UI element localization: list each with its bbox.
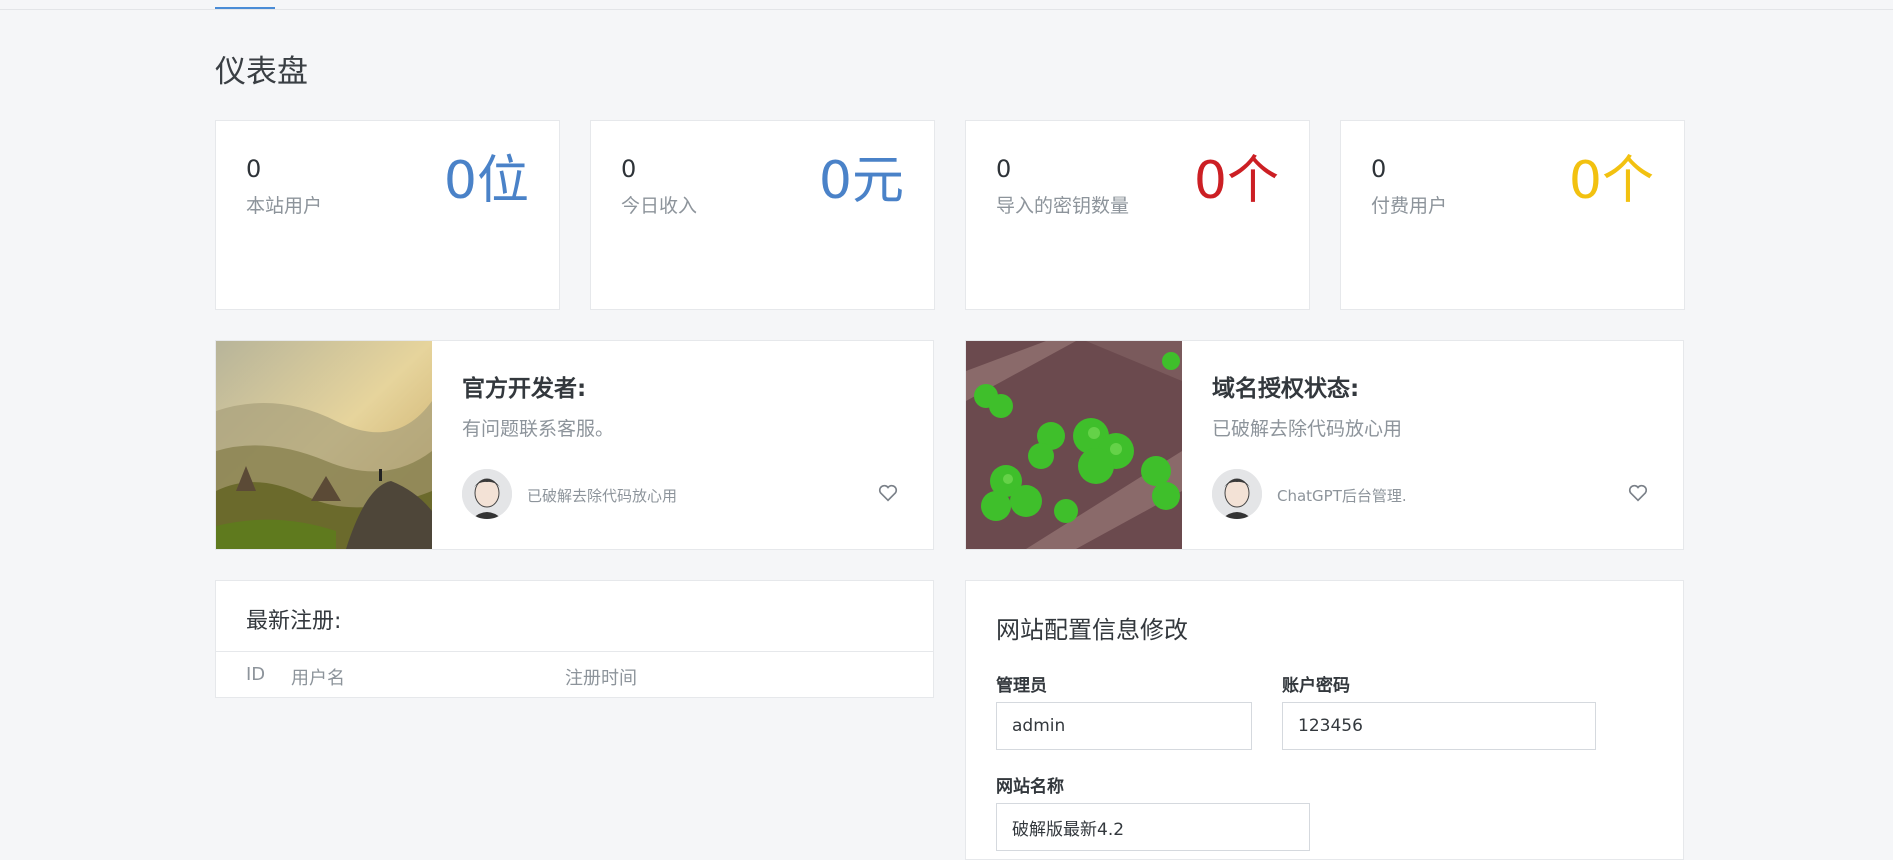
column-header-register-time: 注册时间 xyxy=(565,668,637,689)
stat-value: 0 xyxy=(621,155,637,183)
stat-big-value: 0个 xyxy=(1193,151,1279,211)
stat-card-users: 0 本站用户 0位 xyxy=(215,120,560,310)
domain-auth-card: 域名授权状态: 已破解去除代码放心用 ChatGPT后台管理. xyxy=(965,340,1684,550)
password-label: 账户密码 xyxy=(1282,676,1350,696)
heart-icon[interactable] xyxy=(1627,482,1649,504)
avatar xyxy=(462,469,512,519)
clover-leaves-photo xyxy=(966,341,1182,549)
stat-big-value: 0元 xyxy=(818,151,904,211)
site-name-input[interactable] xyxy=(996,803,1310,851)
panel-title: 网站配置信息修改 xyxy=(996,616,1188,644)
divider xyxy=(216,651,933,652)
site-config-panel: 网站配置信息修改 管理员 账户密码 网站名称 xyxy=(965,580,1684,860)
stat-big-value: 0位 xyxy=(443,151,529,211)
password-input[interactable] xyxy=(1282,702,1596,750)
admin-label: 管理员 xyxy=(996,676,1047,696)
card-description: 有问题联系客服。 xyxy=(462,418,615,440)
admin-input[interactable] xyxy=(996,702,1252,750)
stat-value: 0 xyxy=(246,155,262,183)
panel-title: 最新注册: xyxy=(246,609,342,634)
stat-big-value: 0个 xyxy=(1568,151,1654,211)
stat-label: 本站用户 xyxy=(246,195,323,217)
latest-registrations-panel: 最新注册: ID 用户名 注册时间 xyxy=(215,580,934,698)
stat-label: 导入的密钥数量 xyxy=(996,195,1130,217)
stat-label: 今日收入 xyxy=(621,195,698,217)
stat-label: 付费用户 xyxy=(1371,195,1448,217)
author-name: ChatGPT后台管理. xyxy=(1277,487,1407,505)
column-header-id: ID xyxy=(246,664,266,685)
stat-value: 0 xyxy=(1371,155,1387,183)
card-description: 已破解去除代码放心用 xyxy=(1212,418,1403,440)
mountain-landscape-photo xyxy=(216,341,432,549)
active-tab-indicator xyxy=(215,7,275,9)
developer-card: 官方开发者: 有问题联系客服。 已破解去除代码放心用 xyxy=(215,340,934,550)
stat-value: 0 xyxy=(996,155,1012,183)
card-title: 官方开发者: xyxy=(462,376,587,402)
card-title: 域名授权状态: xyxy=(1212,376,1360,402)
avatar xyxy=(1212,469,1262,519)
heart-icon[interactable] xyxy=(877,482,899,504)
author-name: 已破解去除代码放心用 xyxy=(527,487,678,505)
stat-card-keys: 0 导入的密钥数量 0个 xyxy=(965,120,1310,310)
stat-card-income: 0 今日收入 0元 xyxy=(590,120,935,310)
page-title: 仪表盘 xyxy=(215,54,308,90)
stat-card-paid-users: 0 付费用户 0个 xyxy=(1340,120,1685,310)
site-name-label: 网站名称 xyxy=(996,777,1064,797)
column-header-username: 用户名 xyxy=(291,668,345,689)
top-nav-bar xyxy=(0,0,1893,10)
